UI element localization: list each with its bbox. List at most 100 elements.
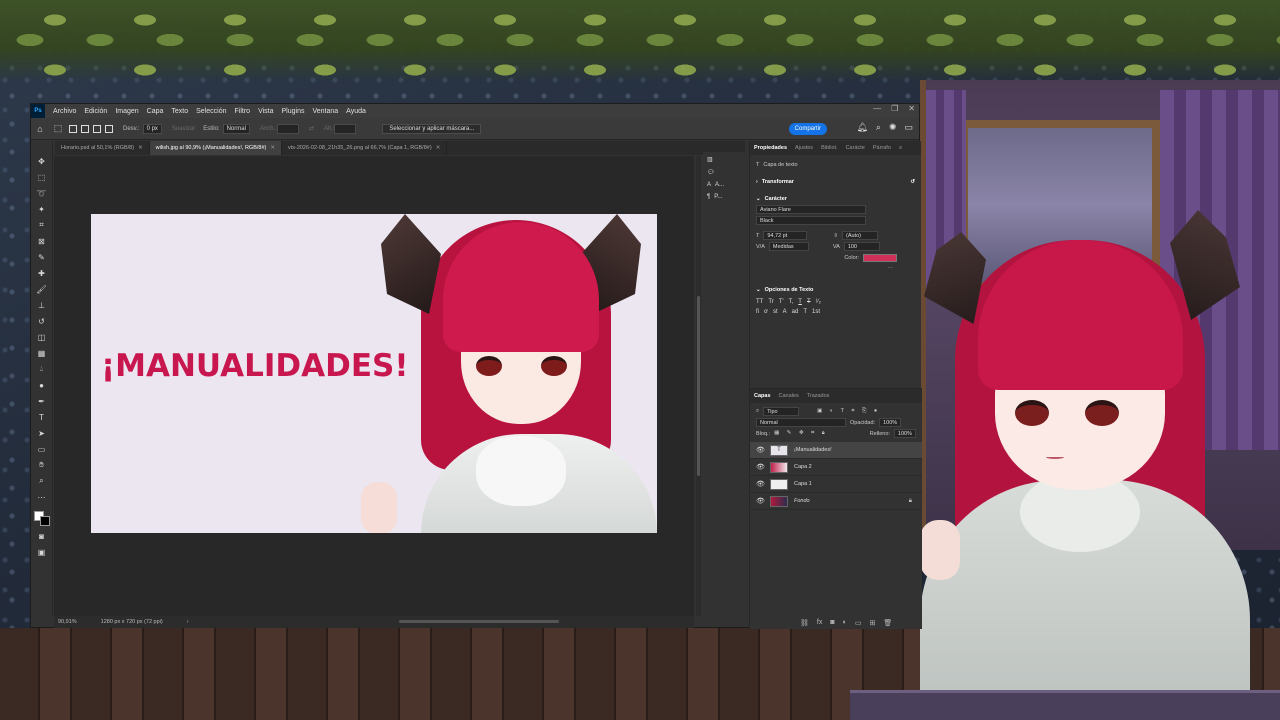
- all-caps-button[interactable]: TT: [756, 299, 763, 305]
- add-mask-icon[interactable]: ◙: [830, 619, 834, 627]
- marquee-tool-preset-icon[interactable]: ⬚: [52, 123, 64, 135]
- titling-alternates-button[interactable]: T: [803, 309, 807, 315]
- status-arrow-icon[interactable]: ›: [187, 619, 189, 625]
- bell-icon[interactable]: 🔔︎: [856, 122, 867, 133]
- menu-capa[interactable]: Capa: [143, 108, 168, 115]
- reset-icon[interactable]: ↺: [910, 179, 915, 185]
- tab-character[interactable]: Carácte: [842, 145, 869, 151]
- layer-style-icon[interactable]: fx: [817, 619, 822, 627]
- tab-layers[interactable]: Capas: [750, 393, 775, 399]
- healing-tool-icon[interactable]: ✚: [35, 267, 49, 279]
- new-selection-icon[interactable]: [69, 124, 77, 133]
- close-tab-icon[interactable]: ✕: [138, 145, 143, 151]
- leading-input[interactable]: (Auto): [841, 231, 878, 240]
- layer-row[interactable]: 👁︎ Capa 1: [750, 476, 922, 493]
- tab-vts[interactable]: vts-2026-02-08_21h35_26.png al 66,7% (Ca…: [282, 141, 448, 155]
- search-icon[interactable]: ⌕: [876, 122, 881, 133]
- canvas-vertical-scrollbar[interactable]: [696, 156, 701, 616]
- menu-ayuda[interactable]: Ayuda: [342, 108, 370, 115]
- opacity-input[interactable]: 100%: [879, 418, 902, 427]
- gradient-tool-icon[interactable]: ▦: [35, 347, 49, 359]
- discover-icon[interactable]: ✺: [889, 122, 897, 133]
- zoom-level[interactable]: 90,91%: [58, 619, 77, 625]
- layer-row[interactable]: 👁︎ Fondo 🔒︎: [750, 493, 922, 510]
- lasso-tool-icon[interactable]: ➰: [35, 187, 49, 199]
- close-tab-icon[interactable]: ✕: [270, 145, 275, 151]
- ordinals-button[interactable]: 1st: [812, 309, 820, 315]
- subtract-selection-icon[interactable]: [93, 124, 101, 133]
- dodge-tool-icon[interactable]: ●: [35, 379, 49, 391]
- character-section[interactable]: ⌄ Carácter: [756, 193, 915, 204]
- close-icon[interactable]: ✕: [908, 104, 915, 113]
- stamp-tool-icon[interactable]: ⊥: [35, 299, 49, 311]
- panel-menu-icon[interactable]: ≡: [895, 145, 906, 151]
- rect-marquee-tool-icon[interactable]: ⬚: [35, 171, 49, 183]
- underline-button[interactable]: T: [798, 299, 802, 305]
- feather-input[interactable]: 0 px: [142, 123, 162, 134]
- menu-imagen[interactable]: Imagen: [111, 108, 142, 115]
- canvas-horizontal-scrollbar[interactable]: [399, 620, 559, 623]
- shape-tool-icon[interactable]: ▭: [35, 443, 49, 455]
- style-select[interactable]: Normal: [222, 123, 250, 134]
- brush-tool-icon[interactable]: 🖌︎: [35, 283, 49, 295]
- histogram-icon[interactable]: ▥: [707, 156, 743, 163]
- more-tools-icon[interactable]: ⋯: [35, 491, 49, 503]
- font-family-select[interactable]: Aviano Flare: [756, 205, 866, 214]
- stylistic-alternates-button[interactable]: ad: [792, 309, 799, 315]
- vertical-scroll-thumb[interactable]: [697, 296, 700, 476]
- font-style-select[interactable]: Black: [756, 216, 866, 225]
- minimize-icon[interactable]: —: [873, 104, 881, 113]
- adjustment-layer-icon[interactable]: ◐: [843, 619, 847, 627]
- menu-texto[interactable]: Texto: [167, 108, 192, 115]
- layer-filter-select[interactable]: Tipo: [763, 407, 800, 416]
- strikethrough-button[interactable]: T: [807, 299, 811, 305]
- ligatures-button[interactable]: fi: [756, 309, 759, 315]
- intersect-selection-icon[interactable]: [105, 124, 113, 133]
- text-options-section[interactable]: ⌄ Opciones de Texto: [756, 284, 915, 295]
- tab-paragraph[interactable]: Párrafo: [869, 145, 895, 151]
- history-brush-icon[interactable]: ↺: [35, 315, 49, 327]
- visibility-eye-icon[interactable]: 👁︎: [756, 480, 765, 488]
- old-style-button[interactable]: ơ: [764, 309, 768, 315]
- menu-edicion[interactable]: Edición: [80, 108, 111, 115]
- zoom-tool-icon[interactable]: ⌕: [35, 475, 49, 487]
- tab-paths[interactable]: Trazados: [803, 393, 834, 399]
- move-tool-icon[interactable]: ✥: [35, 155, 49, 167]
- filter-icons[interactable]: ▣ ◐ T ⌗ ⎘ ●: [817, 408, 880, 415]
- font-size-input[interactable]: 94,72 pt: [763, 231, 808, 240]
- hand-tool-icon[interactable]: ✋︎: [35, 459, 49, 471]
- background-color[interactable]: [39, 516, 50, 526]
- tracking-input[interactable]: 100: [843, 242, 880, 251]
- layer-row[interactable]: 👁︎ T ¡Manualidades!: [750, 442, 922, 459]
- close-tab-icon[interactable]: ✕: [436, 145, 441, 151]
- swash-button[interactable]: A: [783, 309, 787, 315]
- quick-mask-icon[interactable]: ◙: [35, 530, 49, 542]
- layer-row[interactable]: 👁︎ Capa 2: [750, 459, 922, 476]
- frame-tool-icon[interactable]: ⊠: [35, 235, 49, 247]
- canvas-workspace[interactable]: ¡MANUALIDADES!: [54, 156, 694, 616]
- home-icon[interactable]: ⌂: [34, 123, 46, 135]
- workspace-icon[interactable]: ▭: [904, 122, 913, 133]
- new-layer-icon[interactable]: ⊞: [869, 619, 875, 627]
- tab-channels[interactable]: Canales: [775, 393, 803, 399]
- maximize-icon[interactable]: ❐: [891, 104, 898, 113]
- eraser-tool-icon[interactable]: ◫: [35, 331, 49, 343]
- kerning-select[interactable]: Medidas: [768, 242, 809, 251]
- canvas-title-text[interactable]: ¡MANUALIDADES!: [101, 348, 409, 384]
- menu-seleccion[interactable]: Selección: [192, 108, 230, 115]
- blur-tool-icon[interactable]: 💧︎: [35, 363, 49, 375]
- discretionary-ligatures-button[interactable]: st: [773, 309, 778, 315]
- menu-filtro[interactable]: Filtro: [231, 108, 255, 115]
- select-and-mask-button[interactable]: Seleccionar y aplicar máscara...: [382, 123, 482, 134]
- mini-panel-row[interactable]: ¶ P...: [707, 194, 743, 200]
- new-group-icon[interactable]: ▭: [855, 619, 862, 627]
- eyedropper-tool-icon[interactable]: ✎: [35, 251, 49, 263]
- small-caps-button[interactable]: Tr: [768, 299, 773, 305]
- screen-mode-icon[interactable]: ▣: [35, 546, 49, 558]
- visibility-eye-icon[interactable]: 👁︎: [756, 463, 765, 471]
- share-button[interactable]: Compartir: [788, 123, 827, 135]
- transform-section[interactable]: › Transformar ↺: [756, 176, 915, 187]
- height-input[interactable]: [334, 123, 357, 134]
- visibility-eye-icon[interactable]: 👁︎: [756, 497, 765, 505]
- mini-panel-row[interactable]: A A...: [707, 182, 743, 188]
